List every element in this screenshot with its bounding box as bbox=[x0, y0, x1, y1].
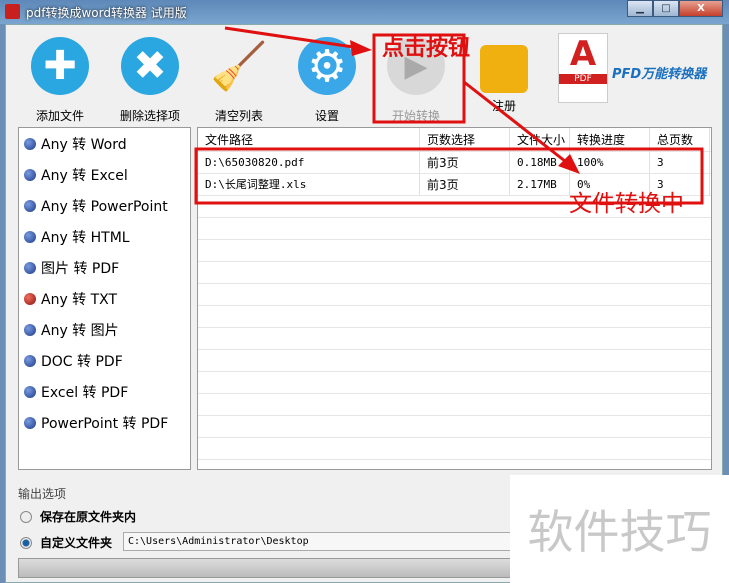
arrow-to-button bbox=[224, 26, 361, 50]
annotation-converting: 文件转换中 bbox=[569, 191, 684, 217]
annotation-layer bbox=[194, 26, 704, 205]
annotation-click: 点击按钮 bbox=[382, 36, 471, 61]
arrow-head bbox=[350, 40, 372, 56]
arrow-to-progress bbox=[463, 80, 571, 167]
